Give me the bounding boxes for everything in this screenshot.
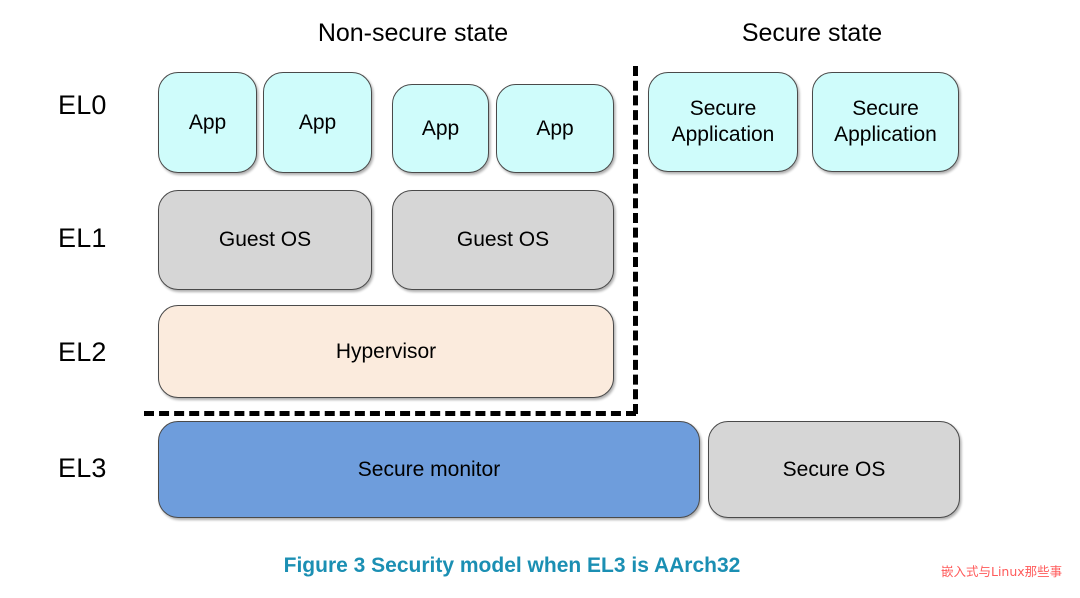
secure-application-box-2[interactable]: Secure Application xyxy=(812,72,959,172)
app-box-3[interactable]: App xyxy=(392,84,489,173)
secure-application-box-1-label: Secure Application xyxy=(672,96,775,148)
app-box-2[interactable]: App xyxy=(263,72,372,173)
exception-level-label-el2: EL2 xyxy=(58,337,107,367)
diagram-canvas: Non-secure state Secure state EL0 EL1 EL… xyxy=(0,0,1080,598)
app-box-3-label: App xyxy=(421,116,460,140)
app-box-2-label: App xyxy=(298,110,337,134)
secure-os-box[interactable]: Secure OS xyxy=(708,421,960,518)
secure-state-header: Secure state xyxy=(741,19,883,47)
exception-level-label-el1: EL1 xyxy=(58,223,107,253)
exception-level-label-el3: EL3 xyxy=(58,453,107,483)
app-box-1-label: App xyxy=(188,110,227,134)
guest-os-box-2[interactable]: Guest OS xyxy=(392,190,614,290)
guest-os-box-2-label: Guest OS xyxy=(456,228,550,251)
secure-os-box-label: Secure OS xyxy=(782,457,886,481)
non-secure-state-header: Non-secure state xyxy=(317,19,509,47)
secure-application-box-2-label: Secure Application xyxy=(834,96,937,148)
app-box-4[interactable]: App xyxy=(496,84,614,173)
secure-monitor-box[interactable]: Secure monitor xyxy=(158,421,700,518)
figure-caption: Figure 3 Security model when EL3 is AArc… xyxy=(283,554,741,577)
secure-application-box-1-line2: Application xyxy=(671,123,775,146)
app-box-4-label: App xyxy=(536,116,574,140)
secure-monitor-box-label: Secure monitor xyxy=(357,457,501,481)
secure-divider-vertical xyxy=(633,66,638,414)
secure-application-box-1-line1: Secure xyxy=(689,97,757,120)
guest-os-box-1-label: Guest OS xyxy=(218,228,312,251)
hypervisor-box-label: Hypervisor xyxy=(335,339,437,363)
secure-application-box-1[interactable]: Secure Application xyxy=(648,72,798,172)
secure-application-box-2-line2: Application xyxy=(834,123,937,146)
hypervisor-box[interactable]: Hypervisor xyxy=(158,305,614,398)
app-box-1[interactable]: App xyxy=(158,72,257,173)
secure-divider-horizontal xyxy=(144,411,636,416)
guest-os-box-1[interactable]: Guest OS xyxy=(158,190,372,290)
exception-level-label-el0: EL0 xyxy=(58,90,107,120)
secure-application-box-2-line1: Secure xyxy=(852,97,919,120)
watermark-text: 嵌入式与Linux那些事 xyxy=(941,564,1063,579)
